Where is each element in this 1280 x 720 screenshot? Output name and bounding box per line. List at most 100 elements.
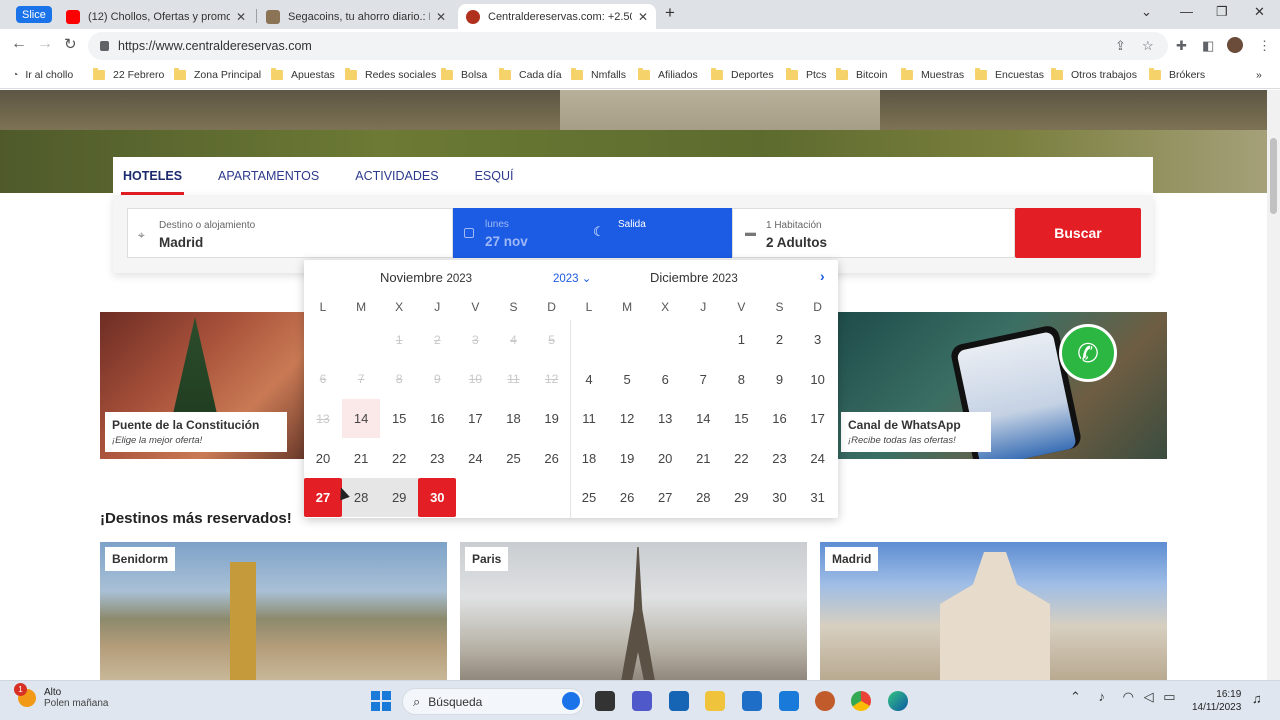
promo-card-constitucion[interactable]: Puente de la Constitución ¡Elige la mejo… xyxy=(100,312,305,459)
back-arrow-icon[interactable]: ← xyxy=(11,35,27,53)
calendar-day[interactable]: 17 xyxy=(456,399,494,438)
calendar-day[interactable]: 26 xyxy=(533,439,571,478)
rooms-guests-field[interactable]: ▬ 1 Habitación 2 Adultos xyxy=(732,208,1015,258)
calendar-day[interactable]: 16 xyxy=(418,399,456,438)
bookmark-folder[interactable]: Encuestas xyxy=(975,68,1044,81)
bookmark-folder[interactable]: Muestras xyxy=(901,68,964,81)
next-month-chevron-icon[interactable]: › xyxy=(820,268,825,284)
battery-icon[interactable]: ▭ xyxy=(1163,689,1175,704)
bookmark-item[interactable]: ◔ Ir al chollo xyxy=(12,69,73,81)
minimize-icon[interactable]: — xyxy=(1180,4,1193,19)
taskbar-search[interactable]: ⌕ Búsqueda xyxy=(402,688,584,715)
page-scrollbar[interactable] xyxy=(1267,90,1280,680)
bookmark-folder[interactable]: Otros trabajos xyxy=(1051,68,1137,81)
teams-icon[interactable] xyxy=(632,691,652,711)
destination-card-benidorm[interactable]: Benidorm xyxy=(100,542,447,680)
tab-search-chevron-icon[interactable]: ⌄ xyxy=(1141,4,1152,20)
show-hidden-icons-chevron-icon[interactable]: ⌃ xyxy=(1070,689,1081,704)
calendar-day[interactable]: 23 xyxy=(418,439,456,478)
tab-apartamentos[interactable]: APARTAMENTOS xyxy=(218,157,319,195)
calendar-day[interactable]: 25 xyxy=(570,478,608,517)
weather-widget[interactable]: 1 Alto Polen mañana xyxy=(14,683,109,709)
bookmark-star-icon[interactable]: ☆ xyxy=(1142,38,1154,54)
file-explorer-icon[interactable] xyxy=(705,691,725,711)
calendar-day[interactable]: 21 xyxy=(342,439,380,478)
calendar-day[interactable]: 13 xyxy=(646,399,684,438)
calendar-day[interactable]: 21 xyxy=(684,439,722,478)
calendar-day[interactable]: 11 xyxy=(570,399,608,438)
new-tab-button[interactable]: + xyxy=(665,3,675,23)
side-panel-icon[interactable]: ◧ xyxy=(1202,38,1214,54)
edge-icon[interactable] xyxy=(888,691,908,711)
calendar-day[interactable]: 7 xyxy=(684,360,722,399)
chrome-icon[interactable] xyxy=(851,691,871,711)
calendar-day[interactable]: 15 xyxy=(380,399,418,438)
calendar-day[interactable]: 9 xyxy=(761,360,799,399)
close-tab-icon[interactable]: ✕ xyxy=(638,10,648,24)
calendar-day[interactable]: 1 xyxy=(722,320,760,359)
promo-card-whatsapp[interactable]: ✆ Canal de WhatsApp ¡Recibe todas las of… xyxy=(836,312,1167,459)
task-view-icon[interactable] xyxy=(595,691,615,711)
calendar-day[interactable]: 14 xyxy=(342,399,381,438)
mail-icon[interactable] xyxy=(779,691,799,711)
notifications-bell-icon[interactable]: ♫ xyxy=(1252,691,1262,706)
calendar-day[interactable]: 18 xyxy=(570,439,608,478)
profile-avatar[interactable] xyxy=(1227,37,1243,53)
bing-icon[interactable] xyxy=(562,692,580,710)
bookmark-folder[interactable]: Deportes xyxy=(711,68,774,81)
search-button[interactable]: Buscar xyxy=(1015,208,1141,258)
more-bookmarks-chevron-icon[interactable]: » xyxy=(1256,69,1262,81)
tab-hoteles[interactable]: HOTELES xyxy=(120,157,185,195)
windows-start-icon[interactable] xyxy=(371,691,391,711)
close-window-icon[interactable]: ✕ xyxy=(1254,4,1265,20)
calendar-day[interactable]: 29 xyxy=(722,478,760,517)
extensions-puzzle-icon[interactable]: ✚ xyxy=(1176,38,1187,54)
bookmark-folder[interactable]: Cada día xyxy=(499,68,562,81)
calendar-day[interactable]: 22 xyxy=(380,439,418,478)
app-icon[interactable] xyxy=(815,691,835,711)
destination-card-madrid[interactable]: Madrid xyxy=(820,542,1167,680)
calendar-day[interactable]: 31 xyxy=(799,478,837,517)
tab-esqui[interactable]: ESQUÍ xyxy=(475,157,514,195)
reload-icon[interactable]: ↻ xyxy=(64,35,77,53)
close-tab-icon[interactable]: ✕ xyxy=(236,10,246,24)
calendar-day[interactable]: 8 xyxy=(722,360,760,399)
calendar-day[interactable]: 5 xyxy=(608,360,646,399)
forward-arrow-icon[interactable]: → xyxy=(37,35,53,53)
scrollbar-thumb[interactable] xyxy=(1270,138,1277,214)
volume-icon[interactable]: ◁ xyxy=(1144,689,1154,704)
calendar-day[interactable]: 4 xyxy=(570,360,608,399)
calendar-day[interactable]: 14 xyxy=(684,399,722,438)
calendar-day[interactable]: 22 xyxy=(722,439,760,478)
calendar-day[interactable]: 10 xyxy=(799,360,837,399)
calendar-day[interactable]: 20 xyxy=(646,439,684,478)
bookmark-folder[interactable]: 22 Febrero xyxy=(93,68,164,81)
calendar-day[interactable]: 26 xyxy=(608,478,646,517)
calendar-day[interactable]: 28 xyxy=(684,478,722,517)
bookmark-folder[interactable]: Bitcoin xyxy=(836,68,888,81)
bookmark-folder[interactable]: Afiliados xyxy=(638,68,698,81)
calendar-day[interactable]: 25 xyxy=(495,439,533,478)
address-bar[interactable]: https://www.centraldereservas.com xyxy=(88,32,1168,60)
calendar-day[interactable]: 16 xyxy=(761,399,799,438)
store-icon[interactable] xyxy=(742,691,762,711)
destination-card-paris[interactable]: Paris xyxy=(460,542,807,680)
browser-tab[interactable]: Segacoins, tu ahorro diario.: Me ✕ xyxy=(258,4,454,29)
tab-actividades[interactable]: ACTIVIDADES xyxy=(355,157,438,195)
calendar-day[interactable]: 27 xyxy=(304,478,342,517)
calendar-day[interactable]: 15 xyxy=(722,399,760,438)
clock[interactable]: 16:19 14/11/2023 xyxy=(1192,688,1241,714)
browser-tab-active[interactable]: Centraldereservas.com: +2.500.0 ✕ xyxy=(458,4,656,29)
bookmark-folder[interactable]: Ptcs xyxy=(786,68,826,81)
calendar-day[interactable]: 30 xyxy=(418,478,457,517)
calendar-day[interactable]: 24 xyxy=(799,439,837,478)
calendar-day[interactable]: 2 xyxy=(761,320,799,359)
calendar-day[interactable]: 18 xyxy=(495,399,533,438)
calendar-day[interactable]: 24 xyxy=(456,439,494,478)
year-select[interactable]: 2023 ⌄ xyxy=(553,271,591,285)
menu-dots-icon[interactable]: ⋮ xyxy=(1258,38,1271,54)
calendar-day[interactable]: 27 xyxy=(646,478,684,517)
calendar-day[interactable]: 3 xyxy=(799,320,837,359)
calendar-day[interactable]: 19 xyxy=(533,399,571,438)
bookmark-folder[interactable]: Redes sociales xyxy=(345,68,436,81)
